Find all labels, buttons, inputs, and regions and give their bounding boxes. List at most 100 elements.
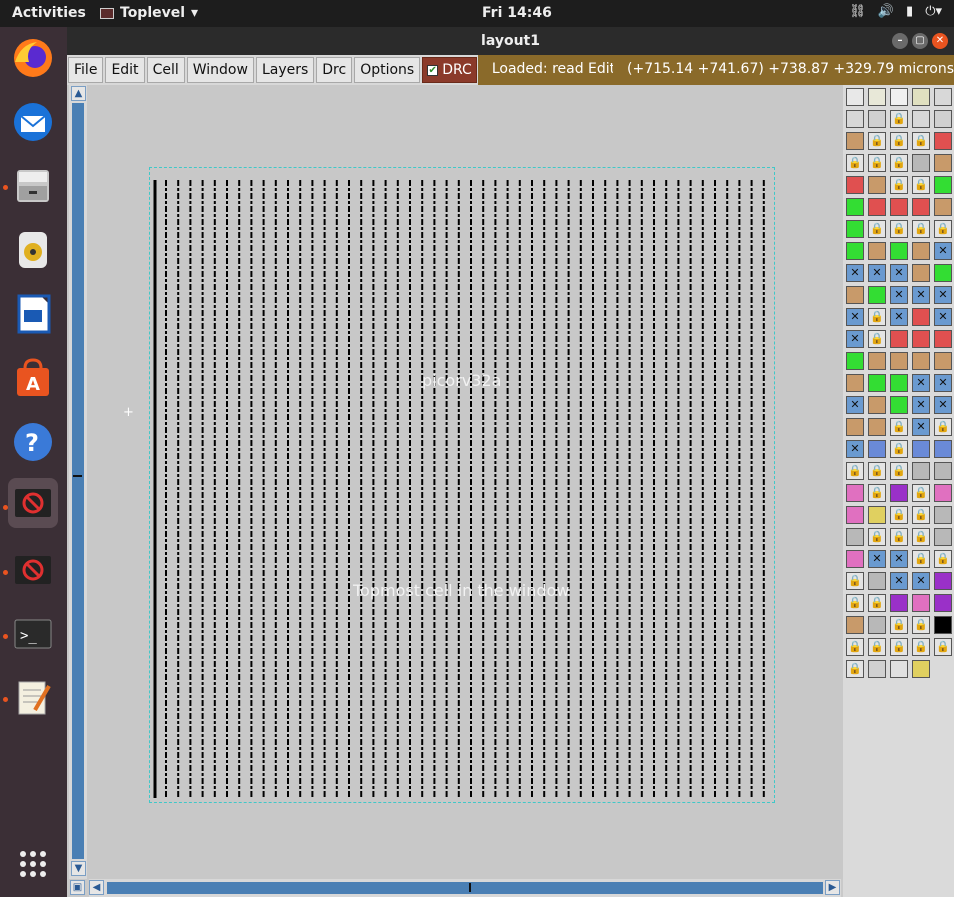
layer-swatch[interactable] [934, 616, 952, 634]
layer-swatch[interactable] [868, 242, 886, 260]
layer-swatch[interactable] [912, 308, 930, 326]
show-applications-icon[interactable] [8, 839, 58, 889]
layer-swatch-locked[interactable]: 🔒 [890, 462, 908, 480]
software-icon[interactable]: A [8, 353, 58, 403]
layer-swatch[interactable] [912, 594, 930, 612]
layer-swatch-locked[interactable]: 🔒 [846, 462, 864, 480]
layer-swatch-contact[interactable]: ✕ [846, 264, 864, 282]
layer-swatch-contact[interactable]: ✕ [934, 308, 952, 326]
layer-swatch-contact[interactable]: ✕ [868, 550, 886, 568]
layer-swatch[interactable] [868, 616, 886, 634]
layer-swatch-contact[interactable]: ✕ [912, 572, 930, 590]
layer-swatch-locked[interactable]: 🔒 [890, 440, 908, 458]
layer-swatch[interactable] [846, 616, 864, 634]
layer-swatch[interactable] [934, 462, 952, 480]
layer-swatch[interactable] [934, 594, 952, 612]
layer-swatch-locked[interactable]: 🔒 [890, 638, 908, 656]
layer-swatch-contact[interactable]: ✕ [890, 572, 908, 590]
layer-swatch-contact[interactable]: ✕ [912, 374, 930, 392]
layer-swatch-locked[interactable]: 🔒 [846, 638, 864, 656]
layer-swatch-locked[interactable]: 🔒 [912, 506, 930, 524]
layer-swatch-locked[interactable]: 🔒 [912, 550, 930, 568]
help-icon[interactable]: ? [8, 417, 58, 467]
menu-cell[interactable]: Cell [146, 57, 185, 83]
layer-swatch[interactable] [868, 418, 886, 436]
menu-drc[interactable]: Drc [316, 57, 353, 83]
layer-swatch[interactable] [890, 594, 908, 612]
layer-swatch[interactable] [912, 462, 930, 480]
activities-button[interactable]: Activities [12, 5, 86, 21]
layer-swatch[interactable] [934, 176, 952, 194]
layer-swatch[interactable] [934, 88, 952, 106]
layer-swatch[interactable] [934, 352, 952, 370]
layer-swatch[interactable] [868, 352, 886, 370]
layer-swatch-locked[interactable]: 🔒 [846, 660, 864, 678]
scroll-down-icon[interactable]: ▼ [71, 861, 86, 876]
layer-swatch-locked[interactable]: 🔒 [890, 616, 908, 634]
layer-swatch-locked[interactable]: 🔒 [868, 330, 886, 348]
layer-swatch-locked[interactable]: 🔒 [890, 220, 908, 238]
layer-swatch[interactable] [934, 198, 952, 216]
layer-swatch[interactable] [868, 110, 886, 128]
layer-swatch[interactable] [912, 330, 930, 348]
layer-swatch-contact[interactable]: ✕ [912, 418, 930, 436]
maximize-icon[interactable]: ▢ [912, 33, 928, 49]
thunderbird-icon[interactable] [8, 97, 58, 147]
menu-edit[interactable]: Edit [105, 57, 145, 83]
layer-swatch-locked[interactable]: 🔒 [846, 572, 864, 590]
layer-swatch-locked[interactable]: 🔒 [912, 638, 930, 656]
layer-swatch[interactable] [890, 88, 908, 106]
cell-bounding-box[interactable] [149, 167, 775, 803]
layer-swatch[interactable] [934, 506, 952, 524]
layer-swatch-locked[interactable]: 🔒 [912, 484, 930, 502]
layer-swatch-locked[interactable]: 🔒 [868, 484, 886, 502]
layer-swatch[interactable] [934, 484, 952, 502]
layer-swatch-contact[interactable]: ✕ [890, 308, 908, 326]
layer-swatch-contact[interactable]: ✕ [890, 264, 908, 282]
layer-swatch-contact[interactable]: ✕ [934, 396, 952, 414]
layer-swatch[interactable] [934, 572, 952, 590]
layer-swatch-locked[interactable]: 🔒 [912, 220, 930, 238]
layer-swatch[interactable] [890, 242, 908, 260]
window-titlebar[interactable]: layout1 – ▢ ✕ [67, 27, 954, 55]
layer-swatch[interactable] [934, 264, 952, 282]
layer-swatch-locked[interactable]: 🔒 [912, 176, 930, 194]
layer-swatch[interactable] [934, 132, 952, 150]
menu-file[interactable]: File [68, 57, 104, 83]
layer-swatch[interactable] [912, 660, 930, 678]
scroll-up-icon[interactable]: ▲ [71, 86, 86, 101]
layer-swatch[interactable] [912, 154, 930, 172]
layer-swatch-locked[interactable]: 🔒 [868, 132, 886, 150]
terminal-icon[interactable]: >_ [8, 609, 58, 659]
layer-swatch-locked[interactable]: 🔒 [890, 154, 908, 172]
layer-swatch-locked[interactable]: 🔒 [912, 528, 930, 546]
layer-swatch[interactable] [890, 352, 908, 370]
layer-swatch[interactable] [934, 154, 952, 172]
layer-swatch-locked[interactable]: 🔒 [868, 528, 886, 546]
layer-swatch-locked[interactable]: 🔒 [868, 308, 886, 326]
layer-swatch-locked[interactable]: 🔒 [868, 594, 886, 612]
layer-swatch-contact[interactable]: ✕ [868, 264, 886, 282]
layer-swatch-locked[interactable]: 🔒 [868, 154, 886, 172]
layer-swatch-locked[interactable]: 🔒 [890, 132, 908, 150]
layer-swatch[interactable] [846, 176, 864, 194]
layer-swatch[interactable] [934, 440, 952, 458]
drc-toggle[interactable]: ✔ DRC [422, 57, 477, 83]
menu-options[interactable]: Options [354, 57, 421, 83]
vertical-scroll-track[interactable] [72, 103, 84, 859]
layer-swatch[interactable] [846, 88, 864, 106]
layer-swatch-contact[interactable]: ✕ [846, 440, 864, 458]
layer-swatch-locked[interactable]: 🔒 [890, 176, 908, 194]
layer-swatch-locked[interactable]: 🔒 [846, 594, 864, 612]
layer-swatch[interactable] [846, 352, 864, 370]
layer-swatch-contact[interactable]: ✕ [934, 242, 952, 260]
layer-swatch[interactable] [846, 220, 864, 238]
layer-swatch-locked[interactable]: 🔒 [890, 528, 908, 546]
layer-swatch[interactable] [934, 528, 952, 546]
layer-swatch[interactable] [934, 330, 952, 348]
zoom-box-icon[interactable]: ▣ [70, 880, 85, 895]
layer-swatch[interactable] [868, 176, 886, 194]
layer-swatch[interactable] [846, 374, 864, 392]
horizontal-scroll-track[interactable] [107, 882, 823, 894]
close-icon[interactable]: ✕ [932, 33, 948, 49]
